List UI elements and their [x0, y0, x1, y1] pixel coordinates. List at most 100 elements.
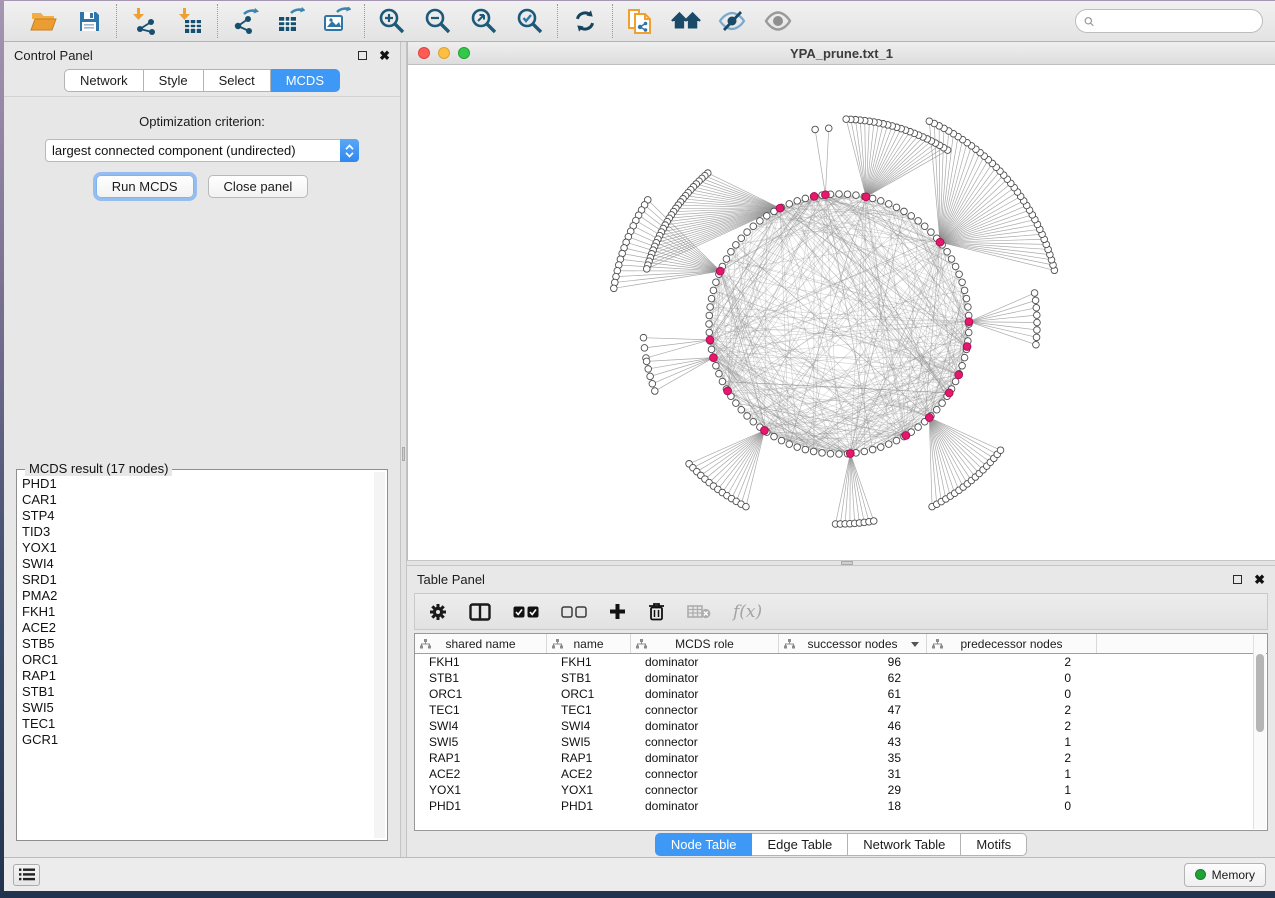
table-row[interactable]: TEC1TEC1connector472: [415, 702, 1267, 718]
cell-successor-nodes[interactable]: 31: [779, 766, 927, 782]
cell-name[interactable]: TEC1: [547, 702, 631, 718]
mcds-result-item[interactable]: SRD1: [19, 572, 373, 588]
column-header-name[interactable]: name: [547, 634, 631, 653]
export-table-icon[interactable]: [276, 6, 306, 36]
cell-successor-nodes[interactable]: 61: [779, 686, 927, 702]
cell-successor-nodes[interactable]: 18: [779, 798, 927, 814]
mcds-result-item[interactable]: GCR1: [19, 732, 373, 748]
vertical-splitter[interactable]: [400, 42, 407, 857]
cell-predecessor-nodes[interactable]: 2: [927, 718, 1097, 734]
table-row[interactable]: FKH1FKH1dominator962: [415, 654, 1267, 670]
tab-style[interactable]: Style: [144, 69, 204, 92]
first-neighbors-icon[interactable]: [671, 6, 701, 36]
mcds-result-item[interactable]: CAR1: [19, 492, 373, 508]
cell-predecessor-nodes[interactable]: 0: [927, 686, 1097, 702]
function-builder-icon[interactable]: f(x): [733, 602, 762, 622]
cell-name[interactable]: ORC1: [547, 686, 631, 702]
mcds-result-item[interactable]: SWI4: [19, 556, 373, 572]
cell-MCDS-role[interactable]: dominator: [631, 798, 779, 814]
save-icon[interactable]: [74, 6, 104, 36]
table-row[interactable]: ACE2ACE2connector311: [415, 766, 1267, 782]
table-row[interactable]: SWI5SWI5connector431: [415, 734, 1267, 750]
cell-shared-name[interactable]: STB1: [415, 670, 547, 686]
mcds-result-item[interactable]: YOX1: [19, 540, 373, 556]
table-tab-motifs[interactable]: Motifs: [961, 833, 1027, 856]
task-history-button[interactable]: [13, 864, 40, 886]
import-network-icon[interactable]: [129, 6, 159, 36]
cell-predecessor-nodes[interactable]: 2: [927, 702, 1097, 718]
cell-MCDS-role[interactable]: connector: [631, 734, 779, 750]
mcds-result-item[interactable]: SWI5: [19, 700, 373, 716]
table-tab-edge-table[interactable]: Edge Table: [752, 833, 848, 856]
cell-MCDS-role[interactable]: dominator: [631, 670, 779, 686]
cell-name[interactable]: ACE2: [547, 766, 631, 782]
cell-MCDS-role[interactable]: dominator: [631, 654, 779, 670]
cell-successor-nodes[interactable]: 62: [779, 670, 927, 686]
tab-select[interactable]: Select: [204, 69, 271, 92]
cell-shared-name[interactable]: PHD1: [415, 798, 547, 814]
column-header-predecessor-nodes[interactable]: predecessor nodes: [927, 634, 1097, 653]
cell-name[interactable]: YOX1: [547, 782, 631, 798]
export-image-icon[interactable]: [322, 6, 352, 36]
tab-network[interactable]: Network: [64, 69, 144, 92]
cell-successor-nodes[interactable]: 96: [779, 654, 927, 670]
zoom-out-icon[interactable]: [423, 6, 453, 36]
cell-predecessor-nodes[interactable]: 0: [927, 670, 1097, 686]
cell-shared-name[interactable]: ORC1: [415, 686, 547, 702]
cell-predecessor-nodes[interactable]: 1: [927, 734, 1097, 750]
cell-shared-name[interactable]: YOX1: [415, 782, 547, 798]
mcds-result-item[interactable]: ORC1: [19, 652, 373, 668]
zoom-fit-icon[interactable]: [469, 6, 499, 36]
memory-button[interactable]: Memory: [1184, 863, 1266, 887]
table-scrollbar[interactable]: [1253, 635, 1266, 829]
column-header-successor-nodes[interactable]: successor nodes: [779, 634, 927, 653]
refresh-icon[interactable]: [570, 6, 600, 36]
mcds-result-item[interactable]: STP4: [19, 508, 373, 524]
scrollbar-thumb[interactable]: [1256, 654, 1264, 732]
deselect-all-checkboxes-icon[interactable]: [561, 606, 587, 618]
cell-successor-nodes[interactable]: 47: [779, 702, 927, 718]
cell-shared-name[interactable]: SWI5: [415, 734, 547, 750]
cell-successor-nodes[interactable]: 29: [779, 782, 927, 798]
gear-icon[interactable]: [429, 603, 447, 621]
select-all-checkboxes-icon[interactable]: [513, 606, 539, 618]
cell-predecessor-nodes[interactable]: 1: [927, 766, 1097, 782]
cell-name[interactable]: PHD1: [547, 798, 631, 814]
mcds-result-item[interactable]: TID3: [19, 524, 373, 540]
table-row[interactable]: PHD1PHD1dominator180: [415, 798, 1267, 814]
table-tab-node-table[interactable]: Node Table: [655, 833, 753, 856]
cell-MCDS-role[interactable]: connector: [631, 766, 779, 782]
cell-shared-name[interactable]: TEC1: [415, 702, 547, 718]
mcds-result-item[interactable]: FKH1: [19, 604, 373, 620]
cell-shared-name[interactable]: RAP1: [415, 750, 547, 766]
cell-predecessor-nodes[interactable]: 2: [927, 750, 1097, 766]
table-row[interactable]: ORC1ORC1dominator610: [415, 686, 1267, 702]
float-panel-icon[interactable]: [1233, 575, 1242, 584]
zoom-in-icon[interactable]: [377, 6, 407, 36]
column-header-shared-name[interactable]: shared name: [415, 634, 547, 653]
table-row[interactable]: YOX1YOX1connector291: [415, 782, 1267, 798]
cell-shared-name[interactable]: ACE2: [415, 766, 547, 782]
run-mcds-button[interactable]: Run MCDS: [96, 175, 194, 198]
delete-column-icon[interactable]: [648, 602, 665, 621]
splitter-handle[interactable]: [402, 447, 405, 461]
cell-successor-nodes[interactable]: 35: [779, 750, 927, 766]
criterion-select[interactable]: largest connected component (undirected): [45, 139, 359, 162]
cell-name[interactable]: SWI4: [547, 718, 631, 734]
mcds-result-item[interactable]: STB1: [19, 684, 373, 700]
cell-name[interactable]: FKH1: [547, 654, 631, 670]
close-panel-icon[interactable]: ✖: [1254, 573, 1265, 586]
cell-name[interactable]: RAP1: [547, 750, 631, 766]
close-panel-button[interactable]: Close panel: [208, 175, 309, 198]
mcds-result-item[interactable]: STB5: [19, 636, 373, 652]
cell-predecessor-nodes[interactable]: 1: [927, 782, 1097, 798]
cell-name[interactable]: STB1: [547, 670, 631, 686]
table-row[interactable]: SWI4SWI4dominator462: [415, 718, 1267, 734]
tab-mcds[interactable]: MCDS: [271, 69, 340, 92]
table-tab-network-table[interactable]: Network Table: [848, 833, 961, 856]
table-row[interactable]: STB1STB1dominator620: [415, 670, 1267, 686]
mcds-result-item[interactable]: PHD1: [19, 476, 373, 492]
table-row[interactable]: RAP1RAP1dominator352: [415, 750, 1267, 766]
mcds-result-list[interactable]: PHD1CAR1STP4TID3YOX1SWI4SRD1PMA2FKH1ACE2…: [19, 476, 373, 838]
delete-table-icon[interactable]: [687, 604, 711, 619]
